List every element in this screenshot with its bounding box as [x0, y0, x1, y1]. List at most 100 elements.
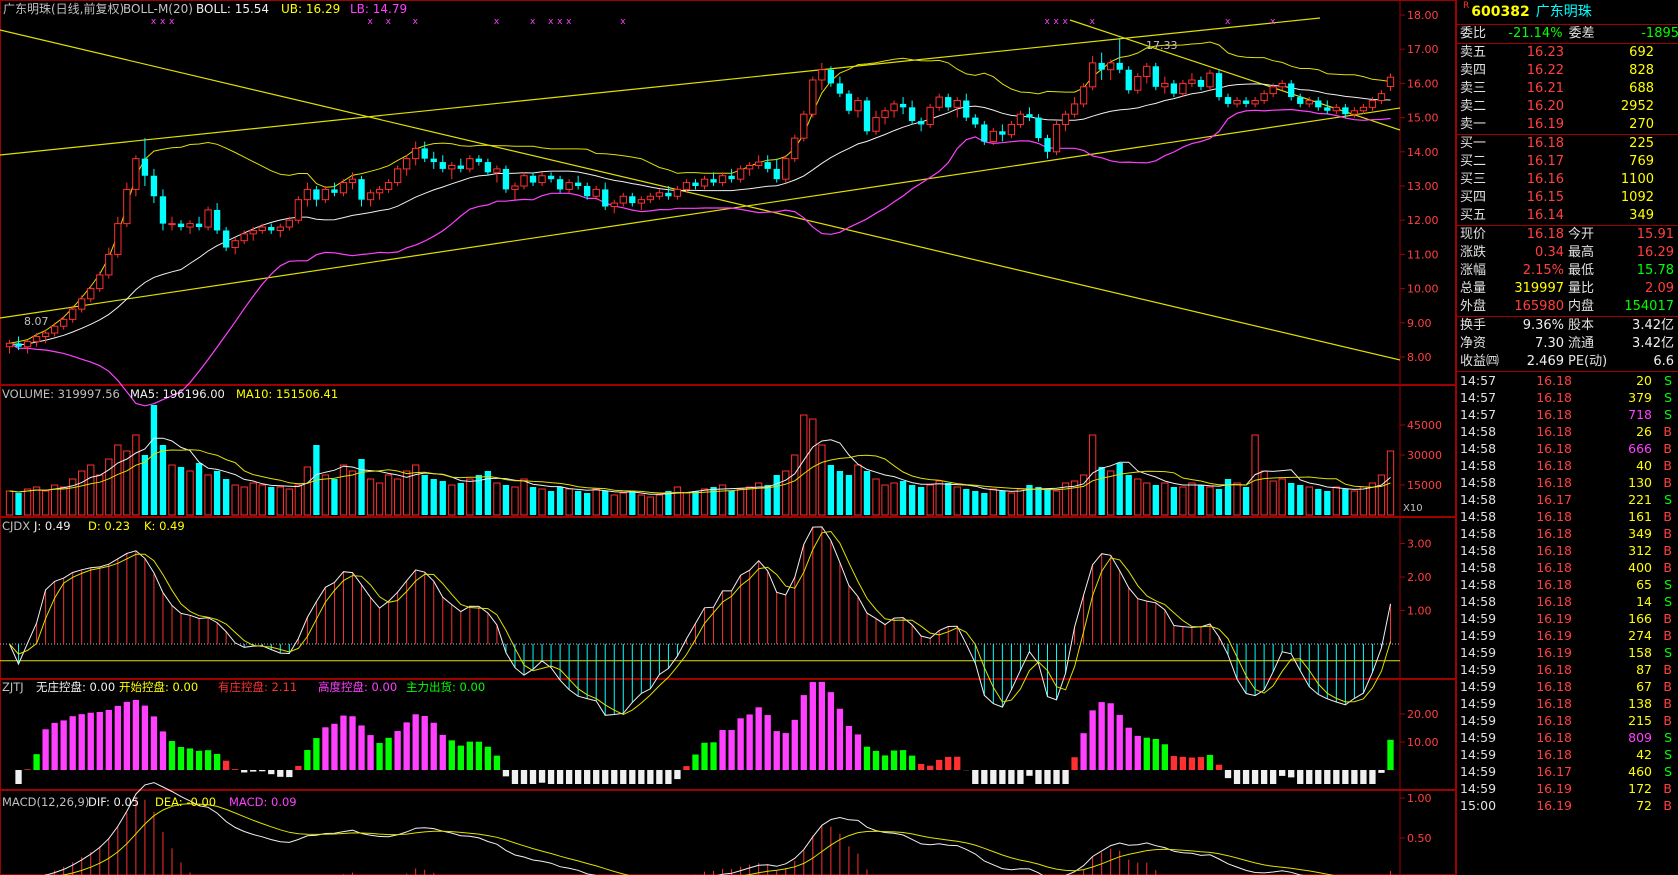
- zjtj-bar: [737, 718, 744, 770]
- zjtj-bar-negative: [1279, 770, 1286, 776]
- candle-body-down: [213, 209, 221, 231]
- candle-body-up: [673, 188, 682, 197]
- candle-body-down: [502, 168, 510, 190]
- ask-row: 卖一 16.19 270: [1457, 116, 1678, 134]
- volume-bar-down: [177, 467, 185, 515]
- stock-name[interactable]: 广东明珠: [1536, 0, 1592, 24]
- volume-tick-label: 30000: [1407, 449, 1442, 462]
- kline-chart-area[interactable]: xxxxxxxxxxxxxxxxxx 450003000015000 3.002…: [0, 0, 1678, 875]
- zjtj-bar: [213, 753, 221, 770]
- candle-body-up: [935, 96, 943, 108]
- tick-row: 14:58 16.18 14 S: [1457, 593, 1678, 610]
- bid-list: 买一 16.18 225 买二 16.17 769 买三 16.16 1100 买四 16.15 10…: [1457, 135, 1678, 226]
- zjtj-bar-negative: [511, 770, 519, 784]
- ask-volume: 828: [1629, 63, 1654, 78]
- zjtj-bar-negative: [972, 770, 979, 784]
- candle-body-down: [439, 162, 446, 169]
- zjtj-bar-negative: [629, 770, 636, 784]
- zjtj-bar: [1071, 757, 1078, 770]
- candle-body-down: [556, 179, 564, 190]
- zjtj-bar: [340, 715, 347, 770]
- zjtj-bar: [186, 748, 194, 770]
- candle-body-up: [800, 113, 808, 139]
- volume-tick-label: 45000: [1407, 419, 1442, 432]
- tick-side: B: [1663, 628, 1672, 643]
- tick-volume: 166: [1628, 611, 1652, 626]
- candle-body-up: [493, 168, 501, 173]
- stat-value: 3.42亿: [1632, 336, 1674, 351]
- candle-body-up: [745, 164, 754, 170]
- ask-volume: 270: [1629, 117, 1654, 132]
- zjtj-bar-negative: [999, 770, 1006, 784]
- price-tick-label: 9.00: [1407, 317, 1432, 330]
- tick-volume: 400: [1628, 560, 1652, 575]
- candle-body-up: [78, 298, 86, 310]
- candle-body-up: [538, 175, 546, 184]
- volume-bar-up: [339, 464, 348, 516]
- tick-volume: 130: [1628, 475, 1652, 490]
- tick-row: 14:59 16.19 158 S: [1457, 644, 1678, 661]
- tick-side: S: [1664, 594, 1672, 609]
- volume-bar-down: [574, 491, 582, 515]
- tick-price: 16.19: [1536, 611, 1572, 626]
- zjtj-bar-negative: [1315, 770, 1322, 784]
- candle-body-down: [574, 182, 582, 186]
- cjdx-indicator-series: 3.00 2.00 1.00: [0, 526, 1432, 716]
- candle-body-up: [240, 233, 248, 242]
- peak-price-label: 17.33: [1146, 39, 1178, 52]
- zjtj-bar-negative: [1269, 770, 1277, 784]
- candle-body-down: [313, 189, 320, 200]
- zjtj-bar-negative: [15, 770, 22, 784]
- signal-marker: x: [1270, 17, 1276, 27]
- bid-volume: 349: [1629, 208, 1654, 223]
- zjtj-bar: [222, 760, 230, 770]
- candle-body-down: [430, 158, 437, 163]
- bid-price: 16.16: [1526, 172, 1564, 187]
- volume-bar-down: [972, 491, 979, 515]
- zjtj-bar: [439, 734, 446, 770]
- ask-row: 卖四 16.22 828: [1457, 62, 1678, 80]
- candle-body-up: [682, 182, 691, 190]
- stat-label: 外盘: [1460, 299, 1487, 314]
- candle-body-down: [845, 93, 853, 111]
- volume-bar-up: [1179, 486, 1187, 516]
- stat-row: 净资 7.30 流通 3.42亿: [1457, 335, 1678, 353]
- candle-body-down: [827, 69, 835, 84]
- weicha-value: -1895: [1641, 26, 1678, 41]
- candle-body-up: [1107, 62, 1115, 71]
- stock-code[interactable]: 600382: [1471, 0, 1529, 24]
- tick-volume: 161: [1628, 509, 1652, 524]
- volume-bar-up: [493, 482, 501, 516]
- macd-dea: DEA: -0.00: [155, 795, 216, 809]
- volume-bar-down: [945, 483, 952, 515]
- zjtj-name: ZJTJ: [2, 680, 24, 694]
- volume-bar-up: [791, 454, 799, 516]
- candle-body-up: [32, 335, 41, 343]
- stat-value: 2.469: [1526, 354, 1564, 369]
- zjtj-bar-negative: [1297, 770, 1304, 784]
- zjtj-bar: [809, 682, 816, 770]
- tick-volume: 312: [1628, 543, 1652, 558]
- candle-body-up: [87, 288, 95, 300]
- tick-list[interactable]: 14:57 16.18 20 S 14:57 16.18 379 S 14:57 16.18 718…: [1457, 372, 1678, 814]
- zjtj-bar: [692, 754, 699, 770]
- zjtj-bar: [710, 742, 717, 770]
- zjtj-bar: [51, 722, 58, 770]
- volume-bar-up: [782, 470, 790, 516]
- price-tick-label: 15.00: [1407, 112, 1439, 125]
- volume-bar-up: [1052, 490, 1061, 516]
- volume-bar-up: [1134, 478, 1142, 516]
- volume-bar-down: [863, 471, 871, 515]
- tick-time: 14:59: [1460, 696, 1497, 711]
- volume-bar-up: [637, 494, 645, 516]
- macd-dif: DIF: 0.05: [88, 795, 139, 809]
- candle-body-down: [665, 192, 672, 197]
- zjtj-bar: [358, 725, 365, 770]
- volume-bar-up: [854, 464, 862, 516]
- candle-body-up: [448, 164, 456, 170]
- signal-marker: x: [160, 17, 166, 27]
- bid-volume: 769: [1629, 154, 1654, 169]
- zjtj-e: 主力出货: 0.00: [406, 680, 485, 694]
- tick-row: 14:59 16.18 215 B: [1457, 712, 1678, 729]
- volume-bar-up: [466, 478, 474, 516]
